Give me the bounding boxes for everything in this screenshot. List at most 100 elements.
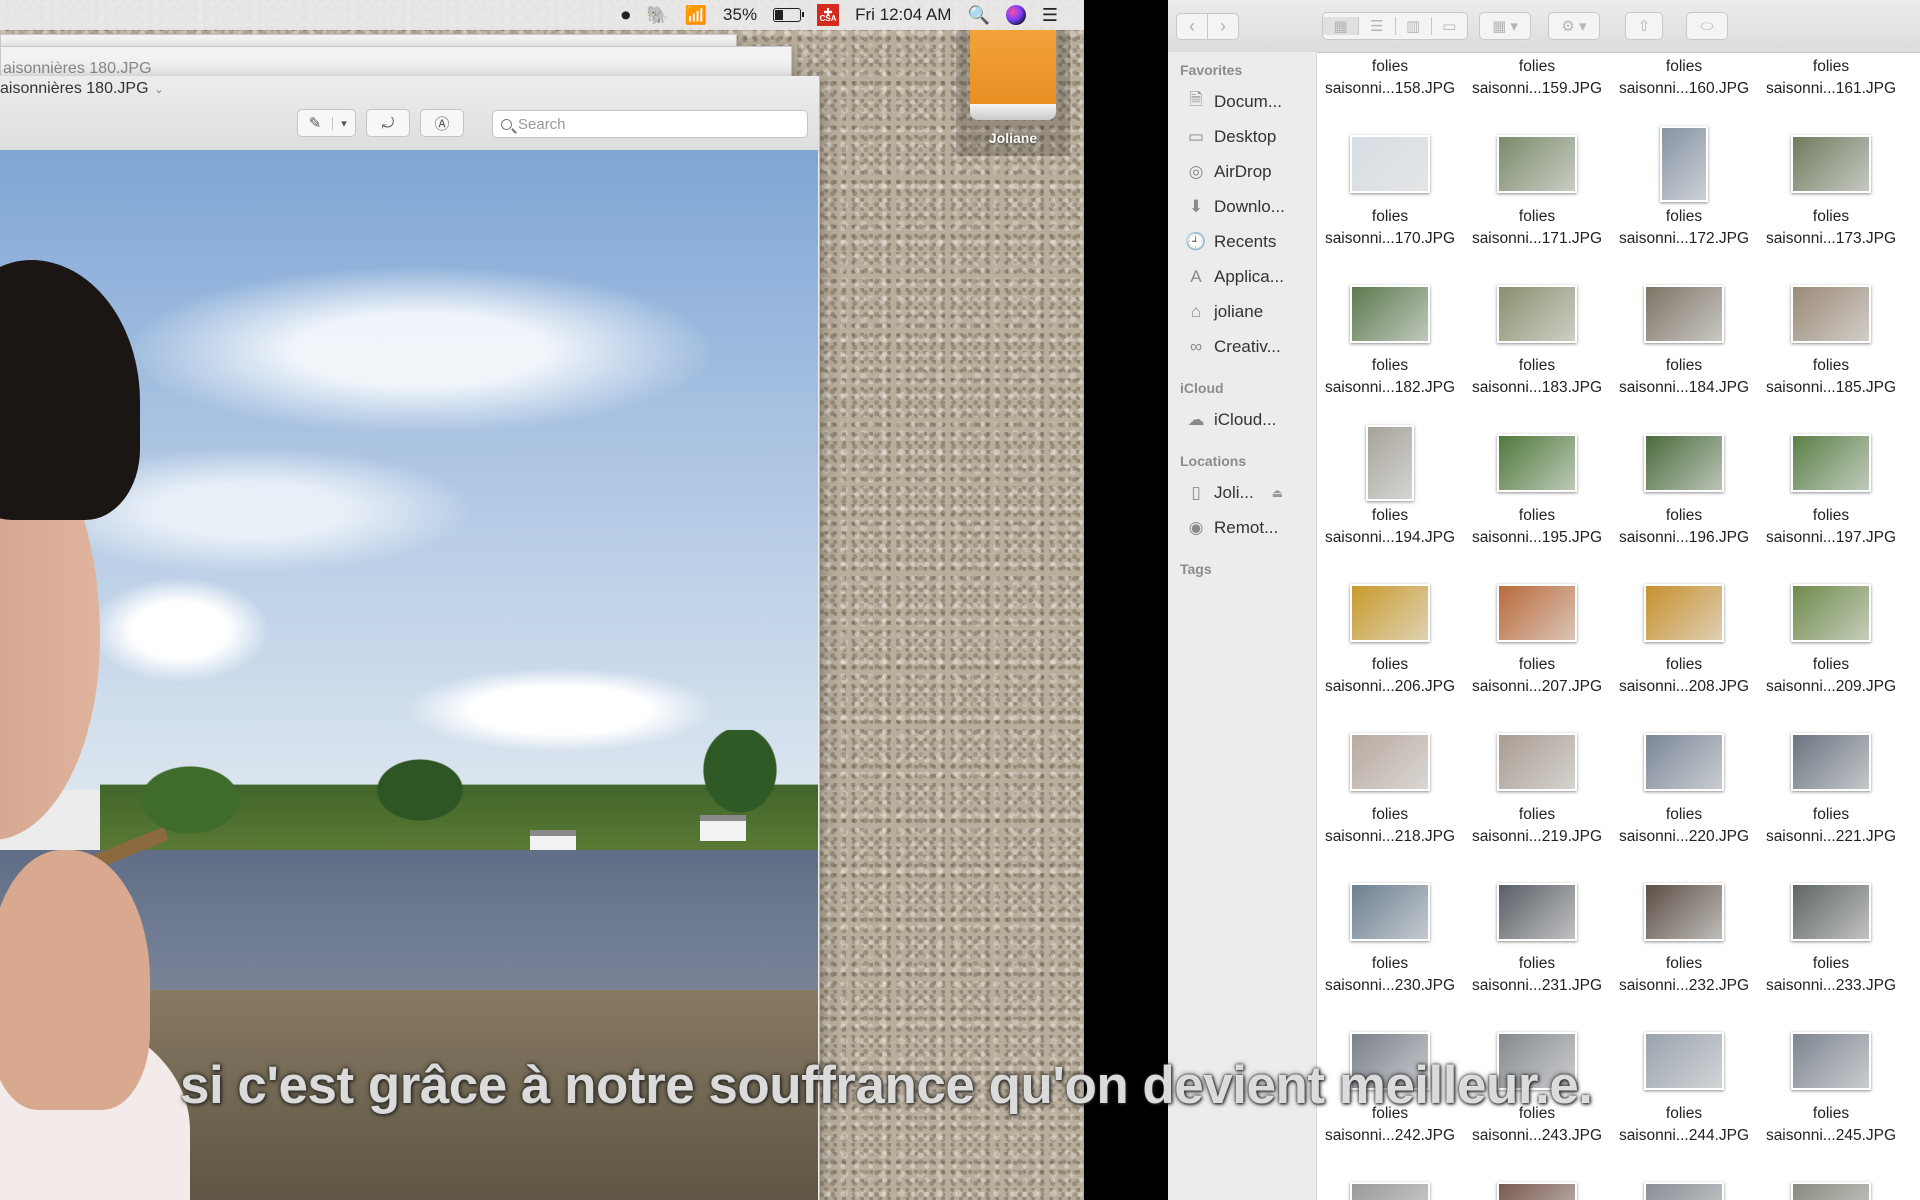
- file-item[interactable]: folies saisonni...184.JPG: [1611, 355, 1757, 399]
- file-thumbnail[interactable]: [1791, 733, 1871, 791]
- file-item[interactable]: folies saisonni...197.JPG: [1758, 505, 1904, 549]
- view-mode-control[interactable]: ▦ ☰ ▥ ▭: [1322, 12, 1468, 40]
- file-thumbnail[interactable]: [1497, 583, 1577, 642]
- gallery-view-icon[interactable]: ▭: [1430, 17, 1467, 35]
- chevron-down-icon[interactable]: ▾: [332, 116, 355, 130]
- sidebar-item-favorite[interactable]: A Applica...: [1168, 259, 1316, 294]
- file-item[interactable]: folies saisonni...160.JPG: [1611, 56, 1757, 100]
- file-item[interactable]: folies saisonni...218.JPG: [1317, 804, 1463, 848]
- sidebar-item-favorite[interactable]: ▭ Desktop: [1168, 119, 1316, 154]
- spotlight-search-icon[interactable]: 🔍: [967, 6, 989, 24]
- file-thumbnail[interactable]: [1791, 882, 1871, 941]
- file-thumbnail[interactable]: [1644, 1181, 1724, 1200]
- file-thumbnail[interactable]: [1644, 583, 1724, 642]
- back-button[interactable]: ‹: [1176, 13, 1208, 40]
- file-thumbnail[interactable]: [1660, 126, 1708, 202]
- file-thumbnail[interactable]: [1644, 882, 1724, 941]
- sidebar-item-icloud[interactable]: ☁ iCloud...: [1168, 402, 1316, 437]
- file-thumbnail[interactable]: [1350, 733, 1430, 791]
- file-item[interactable]: folies saisonni...231.JPG: [1464, 953, 1610, 997]
- rotate-button[interactable]: ⤾: [366, 109, 410, 137]
- file-thumbnail[interactable]: [1497, 733, 1577, 791]
- group-by-button[interactable]: ▦ ▾: [1479, 12, 1531, 40]
- file-thumbnail[interactable]: [1791, 434, 1871, 492]
- file-item[interactable]: folies saisonni...170.JPG: [1317, 206, 1463, 250]
- sidebar-item-favorite[interactable]: 🕘 Recents: [1168, 224, 1316, 259]
- file-thumbnail[interactable]: [1791, 135, 1871, 193]
- column-view-icon[interactable]: ▥: [1394, 17, 1431, 35]
- file-thumbnail[interactable]: [1366, 425, 1414, 501]
- sidebar-item-favorite[interactable]: ∞ Creativ...: [1168, 329, 1316, 364]
- file-thumbnail[interactable]: [1497, 284, 1577, 343]
- action-button[interactable]: ⚙ ▾: [1548, 12, 1600, 40]
- sidebar-item-location[interactable]: ◉ Remot...: [1168, 510, 1316, 545]
- battery-icon[interactable]: [773, 8, 805, 22]
- file-item[interactable]: folies saisonni...220.JPG: [1611, 804, 1757, 848]
- control-center-icon[interactable]: ☰: [1042, 6, 1058, 24]
- finder-window[interactable]: ‹ › ▦ ☰ ▥ ▭ ▦ ▾ ⚙ ▾ ⇧ ⬭ Favorites 🗎 Docum…: [1168, 0, 1920, 1200]
- file-item[interactable]: folies saisonni...158.JPG: [1317, 56, 1463, 100]
- preview-titlebar[interactable]: aisonnières 180.JPG ⌄ ✎ ▾ ⤾ Ⓐ Search: [0, 76, 819, 151]
- file-item[interactable]: folies saisonni...206.JPG: [1317, 654, 1463, 698]
- screen-record-icon[interactable]: ⏺: [621, 6, 630, 24]
- icon-view-icon[interactable]: ▦: [1323, 17, 1359, 35]
- input-source-flag-icon[interactable]: CSA: [817, 0, 840, 28]
- file-thumbnail[interactable]: [1350, 135, 1430, 193]
- file-item[interactable]: folies saisonni...159.JPG: [1464, 56, 1610, 100]
- file-item[interactable]: folies saisonni...244.JPG: [1611, 1103, 1757, 1147]
- file-item[interactable]: folies saisonni...232.JPG: [1611, 953, 1757, 997]
- file-item[interactable]: folies saisonni...183.JPG: [1464, 355, 1610, 399]
- file-thumbnail[interactable]: [1497, 882, 1577, 941]
- share-button[interactable]: ⇧: [1625, 12, 1663, 40]
- file-thumbnail[interactable]: [1644, 1032, 1724, 1090]
- siri-icon[interactable]: [1005, 5, 1026, 25]
- file-item[interactable]: folies saisonni...185.JPG: [1758, 355, 1904, 399]
- chevron-down-icon[interactable]: ⌄: [155, 83, 164, 96]
- file-item[interactable]: folies saisonni...209.JPG: [1758, 654, 1904, 698]
- wifi-icon[interactable]: 📶: [685, 6, 707, 24]
- file-thumbnail[interactable]: [1497, 434, 1577, 492]
- file-thumbnail[interactable]: [1497, 1181, 1577, 1200]
- sidebar-item-favorite[interactable]: ⌂ joliane: [1168, 294, 1316, 329]
- eject-icon[interactable]: ⏏: [1272, 486, 1283, 500]
- tags-button[interactable]: ⬭: [1686, 12, 1728, 40]
- file-thumbnail[interactable]: [1791, 1181, 1871, 1200]
- file-item[interactable]: folies saisonni...161.JPG: [1758, 56, 1904, 100]
- search-field[interactable]: Search: [492, 110, 808, 138]
- file-thumbnail[interactable]: [1497, 135, 1577, 193]
- file-thumbnail[interactable]: [1350, 583, 1430, 642]
- file-thumbnail[interactable]: [1350, 284, 1430, 343]
- file-thumbnail[interactable]: [1350, 1181, 1430, 1200]
- file-item[interactable]: folies saisonni...207.JPG: [1464, 654, 1610, 698]
- file-thumbnail[interactable]: [1791, 1032, 1871, 1090]
- menu-clock[interactable]: Fri 12:04 AM: [855, 5, 951, 25]
- file-thumbnail[interactable]: [1350, 882, 1430, 941]
- annotate-button[interactable]: Ⓐ: [420, 109, 464, 137]
- file-thumbnail[interactable]: [1644, 733, 1724, 791]
- file-item[interactable]: folies saisonni...171.JPG: [1464, 206, 1610, 250]
- preview-title[interactable]: aisonnières 180.JPG ⌄: [0, 80, 164, 98]
- file-item[interactable]: folies saisonni...172.JPG: [1611, 206, 1757, 250]
- preview-window[interactable]: aisonnières 180.JPG ⌄ ✎ ▾ ⤾ Ⓐ Search: [0, 76, 820, 1200]
- sidebar-item-favorite[interactable]: 🗎 Docum...: [1168, 84, 1316, 119]
- file-item[interactable]: folies saisonni...208.JPG: [1611, 654, 1757, 698]
- file-item[interactable]: folies saisonni...230.JPG: [1317, 953, 1463, 997]
- markup-pen-button[interactable]: ✎ ▾: [297, 109, 356, 137]
- file-thumbnail[interactable]: [1791, 284, 1871, 343]
- list-view-icon[interactable]: ☰: [1358, 17, 1394, 35]
- file-thumbnail[interactable]: [1644, 284, 1724, 343]
- file-thumbnail[interactable]: [1644, 434, 1724, 492]
- file-item[interactable]: folies saisonni...182.JPG: [1317, 355, 1463, 399]
- file-item[interactable]: folies saisonni...233.JPG: [1758, 953, 1904, 997]
- file-item[interactable]: folies saisonni...194.JPG: [1317, 505, 1463, 549]
- preview-photo[interactable]: [0, 150, 818, 1200]
- battery-percent[interactable]: 35%: [723, 5, 757, 25]
- file-item[interactable]: folies saisonni...219.JPG: [1464, 804, 1610, 848]
- file-thumbnail[interactable]: [1791, 583, 1871, 642]
- file-item[interactable]: folies saisonni...221.JPG: [1758, 804, 1904, 848]
- file-item[interactable]: folies saisonni...245.JPG: [1758, 1103, 1904, 1147]
- file-item[interactable]: folies saisonni...196.JPG: [1611, 505, 1757, 549]
- desktop-drive[interactable]: Joliane: [956, 30, 1070, 156]
- sidebar-item-favorite[interactable]: ◎ AirDrop: [1168, 154, 1316, 189]
- file-item[interactable]: folies saisonni...195.JPG: [1464, 505, 1610, 549]
